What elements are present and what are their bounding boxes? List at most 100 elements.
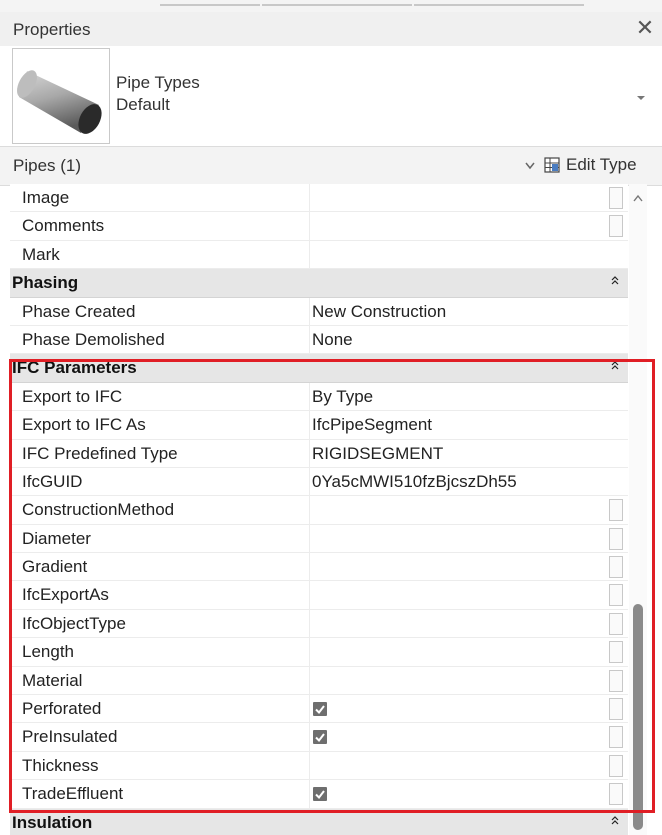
property-name: IfcObjectType (22, 613, 126, 633)
property-row[interactable]: PreInsulated (10, 723, 628, 752)
property-name: Phase Demolished (22, 329, 165, 349)
column-divider (309, 496, 310, 524)
property-row[interactable]: Mark (10, 240, 628, 270)
property-name: Perforated (22, 699, 102, 719)
property-row[interactable]: Length (10, 638, 628, 667)
column-divider (309, 609, 310, 638)
property-row[interactable]: Export to IFC By Type (10, 382, 628, 412)
property-row[interactable]: TradeEffluent (10, 780, 628, 809)
row-edit-button[interactable] (609, 584, 623, 607)
row-edit-button[interactable] (609, 754, 623, 777)
group-title: IFC Parameters (12, 358, 137, 378)
column-divider (309, 467, 310, 496)
property-row[interactable]: Phase Created New Construction (10, 297, 628, 326)
property-checkbox[interactable] (313, 702, 327, 717)
property-row[interactable]: Material (10, 666, 628, 696)
scrollbar-thumb[interactable] (633, 604, 643, 830)
scroll-up-icon[interactable] (633, 194, 643, 202)
property-value[interactable]: None (312, 330, 353, 350)
column-divider (309, 780, 310, 808)
property-name: Gradient (22, 557, 88, 577)
property-value[interactable]: By Type (312, 387, 373, 407)
group-title: Insulation (12, 812, 93, 832)
property-row[interactable]: Image (10, 184, 628, 213)
row-edit-button[interactable] (609, 527, 623, 550)
row-edit-button[interactable] (609, 641, 623, 664)
group-header[interactable]: Insulation (10, 808, 628, 835)
property-name: Thickness (22, 755, 99, 775)
column-divider (309, 524, 310, 553)
column-divider (309, 411, 310, 439)
tab-divider (414, 4, 584, 6)
row-edit-button[interactable] (609, 215, 623, 238)
column-divider (309, 240, 310, 269)
row-edit-button[interactable] (609, 726, 623, 749)
row-edit-button[interactable] (609, 669, 623, 692)
vertical-scrollbar[interactable] (629, 184, 647, 835)
type-selector[interactable]: Pipe Types Default (0, 46, 662, 146)
type-variant: Default (116, 95, 170, 114)
collapse-icon[interactable] (610, 274, 620, 288)
column-divider (309, 581, 310, 609)
check-icon (315, 733, 325, 743)
property-row[interactable]: Diameter (10, 524, 628, 554)
edit-type-button[interactable]: Edit Type (544, 155, 637, 175)
group-title: Phasing (12, 273, 79, 293)
column-divider (309, 212, 310, 240)
property-name: Comments (22, 216, 105, 236)
tab-divider (160, 4, 260, 6)
property-name: Phase Created (22, 301, 136, 321)
property-name: Export to IFC (22, 386, 123, 406)
row-edit-button[interactable] (609, 698, 623, 721)
property-row[interactable]: Export to IFC As IfcPipeSegment (10, 411, 628, 440)
chevron-down-icon[interactable] (634, 90, 648, 104)
group-header[interactable]: Phasing (10, 269, 628, 298)
property-row[interactable]: Phase Demolished None (10, 325, 628, 355)
property-value[interactable]: New Construction (312, 302, 446, 322)
filter-bar: Pipes (1) Edit Type (0, 146, 662, 186)
property-row[interactable]: IfcGUID 0Ya5cMWI510fzBjcszDh55 (10, 467, 628, 497)
column-divider (309, 382, 310, 411)
panel-title: Properties (13, 20, 91, 39)
property-row[interactable]: IfcObjectType (10, 609, 628, 639)
row-edit-button[interactable] (609, 556, 623, 579)
row-edit-button[interactable] (609, 499, 623, 522)
property-row[interactable]: Perforated (10, 695, 628, 724)
row-edit-button[interactable] (609, 187, 623, 209)
row-edit-button[interactable] (609, 783, 623, 806)
properties-titlebar: Properties ✕ (0, 12, 662, 47)
close-icon[interactable]: ✕ (634, 17, 656, 39)
property-checkbox[interactable] (313, 787, 327, 802)
property-row[interactable]: IfcExportAs (10, 581, 628, 610)
property-row[interactable]: Comments (10, 212, 628, 241)
column-divider (309, 325, 310, 354)
property-value[interactable]: IfcPipeSegment (312, 415, 432, 435)
property-row[interactable]: Gradient (10, 553, 628, 582)
property-row[interactable]: IFC Predefined Type RIGIDSEGMENT (10, 439, 628, 468)
element-filter[interactable]: Pipes (1) (13, 156, 81, 176)
property-value[interactable]: 0Ya5cMWI510fzBjcszDh55 (312, 472, 517, 492)
column-divider (309, 751, 310, 780)
property-value[interactable]: RIGIDSEGMENT (312, 444, 443, 464)
property-name: IfcExportAs (22, 585, 109, 605)
property-name: TradeEffluent (22, 784, 124, 804)
property-checkbox[interactable] (313, 730, 327, 745)
property-name: Material (22, 670, 83, 690)
property-row[interactable]: ConstructionMethod (10, 496, 628, 525)
column-divider (309, 638, 310, 666)
column-divider (309, 666, 310, 695)
property-name: Image (22, 188, 70, 207)
property-name: PreInsulated (22, 727, 118, 747)
column-divider (309, 297, 310, 325)
row-edit-button[interactable] (609, 612, 623, 635)
chevron-down-icon[interactable] (524, 161, 536, 171)
pipe-thumbnail-icon (12, 48, 110, 144)
group-header[interactable]: IFC Parameters (10, 354, 628, 383)
check-icon (315, 705, 325, 715)
edit-type-label: Edit Type (566, 155, 637, 174)
column-divider (309, 553, 310, 581)
collapse-icon[interactable] (610, 359, 620, 373)
collapse-icon[interactable] (610, 814, 620, 828)
property-row[interactable]: Thickness (10, 751, 628, 781)
column-divider (309, 184, 310, 212)
